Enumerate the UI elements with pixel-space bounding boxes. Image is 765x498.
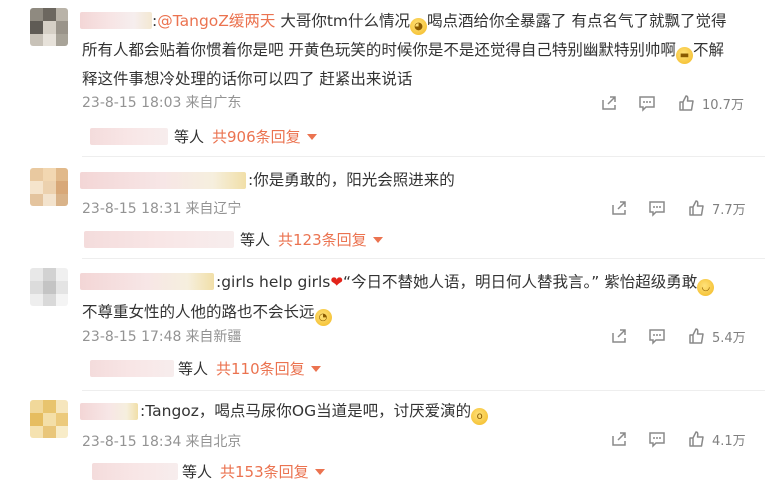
comment-meta: 23-8-15 18:34 来自北京 bbox=[82, 431, 241, 451]
mention-link[interactable]: @TangoZ缓两天 bbox=[157, 12, 275, 30]
replies-summary[interactable]: 等人 共123条回复 bbox=[84, 229, 404, 251]
reply-count-link[interactable]: 共906条回复 bbox=[212, 128, 301, 146]
replies-summary[interactable]: 等人 共110条回复 bbox=[90, 358, 350, 380]
comment-icon bbox=[649, 432, 665, 448]
like-button[interactable]: 4.1万 bbox=[688, 428, 746, 450]
divider bbox=[82, 156, 765, 157]
share-icon bbox=[612, 432, 626, 446]
like-button[interactable]: 10.7万 bbox=[678, 92, 744, 114]
location: 来自北京 bbox=[185, 434, 242, 450]
thumbs-up-icon bbox=[679, 95, 694, 111]
like-count: 5.4万 bbox=[712, 330, 746, 346]
reply-count-link[interactable]: 共123条回复 bbox=[278, 231, 367, 249]
comment-icon bbox=[649, 201, 665, 217]
reply-count-link[interactable]: 共153条回复 bbox=[220, 463, 309, 481]
share-icon bbox=[612, 329, 626, 343]
comment-text: :你是勇敢的，阳光会照进来的 bbox=[248, 171, 455, 189]
replies-summary[interactable]: 等人 共153条回复 bbox=[92, 461, 352, 483]
reply-users-blurred bbox=[92, 463, 178, 480]
avatar[interactable] bbox=[30, 8, 68, 46]
location: 来自广东 bbox=[185, 95, 242, 111]
comment-item: :@TangoZ缓两天 大哥你tm什么情况 ◕ 喝点酒给你全暴露了 有点名气了就飘了… bbox=[0, 0, 765, 150]
comment-actions: 5.4万 bbox=[610, 325, 750, 347]
comment-icon bbox=[649, 329, 665, 345]
share-icon bbox=[602, 96, 616, 110]
comment-meta: 23-8-15 18:03 来自广东 bbox=[82, 92, 241, 112]
comment-actions: 10.7万 bbox=[600, 92, 750, 114]
username-blurred[interactable] bbox=[80, 172, 246, 189]
reply-users-blurred bbox=[90, 360, 174, 377]
shocked-emoji-icon: o bbox=[471, 408, 489, 425]
timestamp: 23-8-15 18:03 bbox=[82, 95, 182, 111]
reply-users-blurred bbox=[84, 231, 234, 248]
grimace-emoji-icon: ▬ bbox=[675, 47, 693, 64]
timestamp: 23-8-15 18:31 bbox=[82, 201, 182, 217]
divider bbox=[82, 390, 765, 391]
thumbs-up-icon bbox=[689, 431, 704, 447]
heart-emoji-icon: ❤ bbox=[330, 273, 343, 291]
comment-item: :girls help girls❤“今日不替她人语，明日何人替我言。” 紫怡超… bbox=[0, 262, 765, 387]
comment-button[interactable] bbox=[638, 92, 656, 114]
comment-button[interactable] bbox=[648, 325, 666, 347]
comment-meta: 23-8-15 17:48 来自新疆 bbox=[82, 326, 241, 346]
hug-emoji-icon: ◡ bbox=[697, 279, 715, 296]
like-button[interactable]: 5.4万 bbox=[688, 325, 746, 347]
reply-count-link[interactable]: 共110条回复 bbox=[216, 360, 305, 378]
chevron-down-icon bbox=[314, 469, 325, 475]
comment-actions: 4.1万 bbox=[610, 428, 750, 450]
comment-item: :你是勇敢的，阳光会照进来的 23-8-15 18:31 来自辽宁 7.7万 等人… bbox=[0, 160, 765, 260]
chevron-down-icon bbox=[306, 134, 317, 140]
share-icon bbox=[612, 201, 626, 215]
avatar[interactable] bbox=[30, 268, 68, 306]
share-button[interactable] bbox=[600, 92, 618, 114]
location: 来自新疆 bbox=[185, 329, 242, 345]
laugh-emoji-icon: ◕ bbox=[410, 18, 428, 35]
timestamp: 23-8-15 18:34 bbox=[82, 434, 182, 450]
share-button[interactable] bbox=[610, 325, 628, 347]
like-button[interactable]: 7.7万 bbox=[688, 197, 746, 219]
comment-text: :girls help girls❤“今日不替她人语，明日何人替我言。” 紫怡超… bbox=[82, 271, 752, 326]
chevron-down-icon bbox=[310, 366, 321, 372]
divider bbox=[82, 258, 765, 259]
username-blurred[interactable] bbox=[80, 403, 138, 420]
share-button[interactable] bbox=[610, 197, 628, 219]
comment-text: :Tangoz，喝点马尿你OG当道是吧，讨厌爱演的 o bbox=[140, 400, 489, 425]
like-count: 4.1万 bbox=[712, 433, 746, 449]
comment-meta: 23-8-15 18:31 来自辽宁 bbox=[82, 198, 241, 218]
reply-users-blurred bbox=[90, 128, 168, 145]
comment-button[interactable] bbox=[648, 428, 666, 450]
thumbs-up-icon bbox=[689, 200, 704, 216]
comment-button[interactable] bbox=[648, 197, 666, 219]
comment-icon bbox=[639, 96, 655, 112]
location: 来自辽宁 bbox=[185, 201, 242, 217]
avatar[interactable] bbox=[30, 400, 68, 438]
like-count: 10.7万 bbox=[702, 97, 744, 113]
comment-text: :@TangoZ缓两天 大哥你tm什么情况 ◕ 喝点酒给你全暴露了 有点名气了就飘了… bbox=[82, 12, 727, 88]
like-count: 7.7万 bbox=[712, 202, 746, 218]
comment-item: :Tangoz，喝点马尿你OG当道是吧，讨厌爱演的 o 23-8-15 18:34… bbox=[0, 394, 765, 498]
thumbs-up-icon bbox=[689, 328, 704, 344]
replies-summary[interactable]: 等人 共906条回复 bbox=[90, 126, 350, 148]
chevron-down-icon bbox=[372, 237, 383, 243]
comment-actions: 7.7万 bbox=[610, 197, 750, 219]
thinking-emoji-icon: ◔ bbox=[314, 309, 332, 326]
timestamp: 23-8-15 17:48 bbox=[82, 329, 182, 345]
avatar[interactable] bbox=[30, 168, 68, 206]
share-button[interactable] bbox=[610, 428, 628, 450]
